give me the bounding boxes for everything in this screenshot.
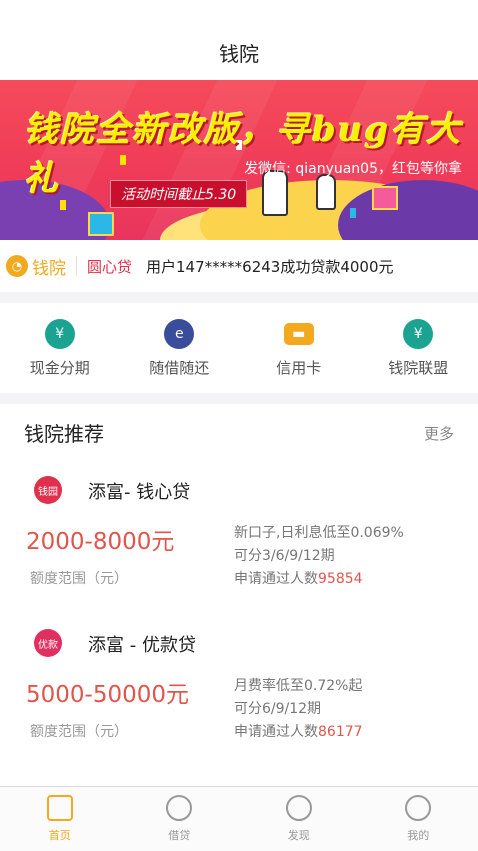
e-coin-icon: e <box>164 319 194 349</box>
banner-slogan: 钱院全新改版，寻bug有大礼 <box>24 102 478 200</box>
promo-banner[interactable]: 钱院全新改版，寻bug有大礼 发微信: qianyuan05，红包等你拿 活动时… <box>0 80 478 240</box>
confetti <box>60 200 66 210</box>
product-desc: 新口子,日利息低至0.069% <box>234 522 404 542</box>
tab-mine[interactable]: 我的 <box>359 787 478 851</box>
user-yen-icon: ¥ <box>403 319 433 349</box>
product-card[interactable]: 钱园 添富- 钱心贷 2000-8000元 额度范围（元） 新口子,日利息低至0… <box>0 404 478 554</box>
ticker-product: 圆心贷 <box>87 256 132 277</box>
page-title: 钱院 <box>219 38 259 67</box>
credit-card-icon: ▬ <box>284 323 314 345</box>
quick-item-credit-card[interactable]: ▬ 信用卡 <box>239 303 359 393</box>
user-icon <box>405 795 431 821</box>
tab-label: 首页 <box>49 827 71 843</box>
banner-subtitle: 发微信: qianyuan05，红包等你拿 <box>244 158 462 178</box>
quick-item-alliance[interactable]: ¥ 钱院联盟 <box>359 303 478 393</box>
product-name: 添富- 钱心贷 <box>88 478 190 504</box>
yen-cycle-icon: ¥ <box>45 319 75 349</box>
quick-item-label: 信用卡 <box>276 357 321 378</box>
confetti <box>350 208 356 218</box>
quick-item-label: 随借随还 <box>149 357 209 378</box>
product-range: 2000-8000元 <box>26 522 174 556</box>
quick-item-borrow-anytime[interactable]: e 随借随还 <box>120 303 240 393</box>
quick-menu: ¥ 现金分期 e 随借随还 ▬ 信用卡 ¥ 钱院联盟 <box>0 303 478 393</box>
product-range-label: 额度范围（元） <box>30 721 128 741</box>
loan-icon <box>166 795 192 821</box>
tab-discover[interactable]: 发现 <box>239 787 359 851</box>
product-name: 添富 - 优款贷 <box>88 631 196 657</box>
tab-label: 我的 <box>407 827 429 843</box>
quick-item-label: 钱院联盟 <box>388 357 448 378</box>
product-logo-icon: 优款 <box>34 629 62 657</box>
qianyuan-logo-icon: ◔ <box>6 255 28 277</box>
quick-item-cash-installment[interactable]: ¥ 现金分期 <box>0 303 120 393</box>
top-header: 钱院 <box>0 0 478 80</box>
product-range: 5000-50000元 <box>26 675 189 709</box>
tab-home[interactable]: 首页 <box>0 787 120 851</box>
quick-item-label: 现金分期 <box>30 357 90 378</box>
product-desc-label: 申请通过人数 <box>234 724 318 740</box>
ticker-divider <box>76 256 77 276</box>
bottom-tab-bar: 首页 借贷 发现 我的 <box>0 786 478 851</box>
product-desc: 申请通过人数86177 <box>234 721 363 741</box>
ticker-brand: 钱院 <box>32 254 66 279</box>
loan-ticker[interactable]: ◔ 钱院 圆心贷 用户147*****6243成功贷款4000元 <box>0 240 478 292</box>
product-logo-icon: 钱园 <box>34 476 62 504</box>
banner-deadline: 活动时间截止5.30 <box>110 180 247 208</box>
product-desc: 可分6/9/12期 <box>234 698 321 718</box>
home-icon <box>47 795 73 821</box>
gift-box-icon <box>88 212 114 236</box>
tab-loan[interactable]: 借贷 <box>120 787 240 851</box>
tab-label: 借贷 <box>168 827 190 843</box>
product-approved-count: 86177 <box>318 724 363 740</box>
recommend-section: 钱院推荐 更多 钱园 添富- 钱心贷 2000-8000元 额度范围（元） 新口… <box>0 404 478 786</box>
product-card[interactable]: 优款 添富 - 优款贷 5000-50000元 额度范围（元） 月费率低至0.7… <box>0 557 478 707</box>
ticker-message: 用户147*****6243成功贷款4000元 <box>146 256 393 277</box>
tab-label: 发现 <box>288 827 310 843</box>
product-desc: 月费率低至0.72%起 <box>234 675 362 695</box>
lightbulb-icon <box>286 795 312 821</box>
